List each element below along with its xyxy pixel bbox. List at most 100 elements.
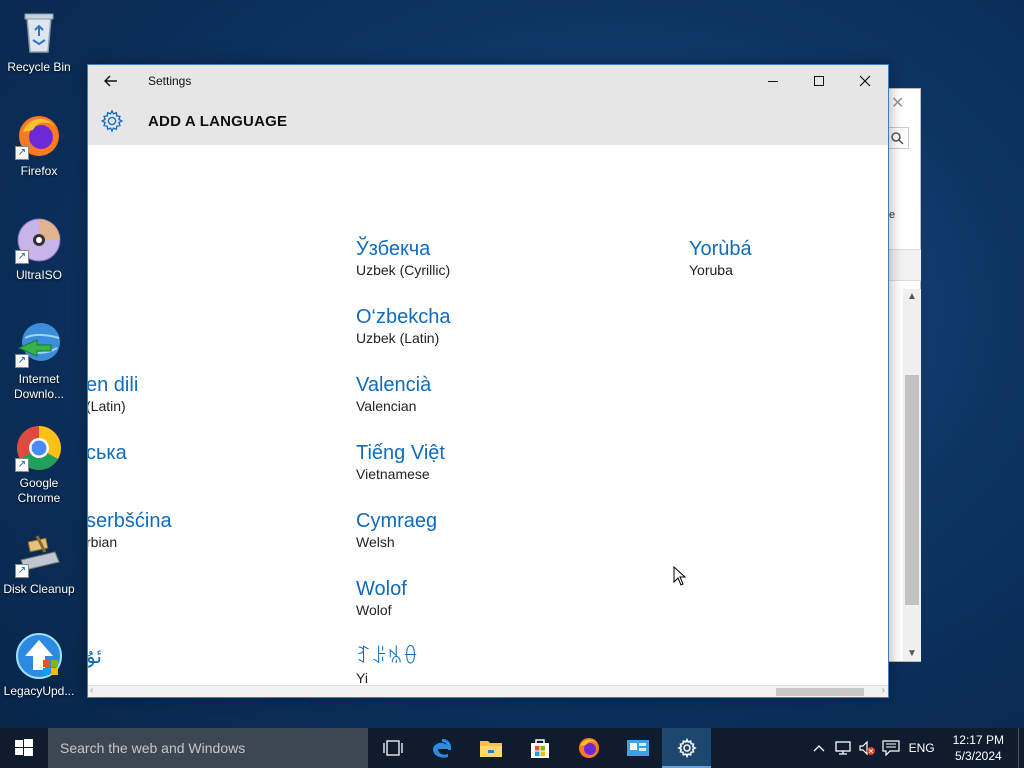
task-view-button[interactable]: [368, 728, 417, 768]
windows-logo-icon: [15, 739, 33, 756]
scroll-down-icon[interactable]: ▼: [907, 648, 917, 659]
language-item[interactable]: Tiếng Việt Vietnamese: [356, 441, 445, 483]
settings-window[interactable]: Settings ADD A LANGUAGE en dili (Latin) …: [87, 64, 889, 698]
gear-icon: [676, 738, 697, 758]
language-native-name: Valencià: [356, 374, 432, 396]
language-native-name: serbšćina: [88, 510, 172, 532]
language-item[interactable]: ська: [88, 441, 127, 465]
desktop-icon-label: Google Chrome: [17, 476, 61, 505]
language-item[interactable]: ꆈꌠꁱꂷ Yi: [356, 645, 419, 685]
desktop-icon-google-chrome[interactable]: ↗ Google Chrome: [0, 424, 78, 506]
scroll-left-icon[interactable]: ‹: [90, 685, 93, 696]
back-button[interactable]: [88, 65, 134, 97]
action-center-button[interactable]: [879, 728, 903, 768]
back-arrow-icon: [104, 75, 117, 87]
system-tray: ENG 12:17 PM 5/3/2024: [807, 728, 1024, 768]
close-icon: [859, 75, 871, 87]
taskbar-edge[interactable]: [417, 728, 466, 768]
volume-muted-icon: [859, 740, 875, 756]
desktop-icon-legacyupdate[interactable]: LegacyUpd...: [0, 632, 78, 699]
clock-date: 5/3/2024: [954, 749, 1002, 763]
show-hidden-icons-button[interactable]: [807, 728, 831, 768]
close-icon[interactable]: ✕: [891, 93, 904, 113]
minimize-button[interactable]: [750, 65, 796, 97]
page-title: ADD A LANGUAGE: [148, 112, 288, 130]
desktop-icon-firefox[interactable]: ↗ Firefox: [0, 112, 78, 179]
language-english-name: Yoruba: [689, 262, 733, 278]
language-item[interactable]: en dili (Latin): [88, 373, 138, 415]
show-desktop-button[interactable]: [1018, 728, 1024, 768]
input-language-indicator[interactable]: ENG: [909, 741, 935, 755]
language-native-name: ꆈꌠꁱꂷ: [356, 646, 419, 668]
language-native-name: en dili: [88, 374, 139, 396]
task-view-icon: [382, 740, 403, 756]
language-item[interactable]: serbšćina rbian: [88, 509, 172, 551]
taskbar-settings[interactable]: [662, 728, 711, 768]
language-native-name: Ўзбекча: [356, 238, 431, 260]
desktop-icon-label: Internet Downlo...: [13, 372, 65, 401]
page-header: ADD A LANGUAGE: [88, 97, 888, 145]
language-item[interactable]: Yorùbá Yoruba: [689, 237, 752, 279]
title-bar[interactable]: Settings: [88, 65, 888, 97]
shortcut-arrow-icon: ↗: [15, 146, 29, 160]
recycle-bin-icon: [15, 8, 63, 56]
language-item[interactable]: Cymraeg Welsh: [356, 509, 437, 551]
scroll-thumb[interactable]: [905, 375, 919, 605]
scroll-right-icon[interactable]: ›: [882, 685, 885, 696]
shortcut-arrow-icon: ↗: [15, 564, 29, 578]
horizontal-scrollbar[interactable]: ‹ ›: [88, 685, 888, 697]
store-bag-icon: [530, 739, 549, 758]
maximize-icon: [814, 76, 824, 86]
language-native-name: Wolof: [356, 578, 407, 600]
desktop-icon-label: Firefox: [20, 164, 58, 178]
clock-time: 12:17 PM: [952, 733, 1004, 747]
start-button[interactable]: [0, 728, 48, 768]
edge-icon: [432, 739, 451, 758]
language-item[interactable]: Valencià Valencian: [356, 373, 431, 415]
language-english-name: (Latin): [88, 398, 126, 414]
language-english-name: Uzbek (Latin): [356, 330, 440, 346]
desktop-icon-label: LegacyUpd...: [3, 684, 75, 698]
desktop-icon-recycle-bin[interactable]: Recycle Bin: [0, 8, 78, 75]
language-english-name: Wolof: [356, 602, 392, 618]
taskbar-control-panel[interactable]: [613, 728, 662, 768]
network-button[interactable]: [831, 728, 855, 768]
taskbar-search-input[interactable]: Search the web and Windows: [48, 728, 368, 768]
scroll-up-icon[interactable]: ▲: [907, 291, 917, 302]
search-icon[interactable]: [887, 127, 909, 149]
language-native-name: O‘zbekcha: [356, 306, 451, 328]
desktop-icon-disk-cleanup[interactable]: ↗ Disk Cleanup: [0, 530, 78, 597]
vertical-scrollbar[interactable]: ▲ ▼: [903, 289, 921, 661]
window-title: Settings: [148, 74, 192, 88]
mouse-cursor-icon: [673, 566, 687, 586]
taskbar-file-explorer[interactable]: [466, 728, 515, 768]
download-globe-icon: ↗: [15, 320, 63, 368]
shortcut-arrow-icon: ↗: [15, 458, 29, 472]
language-english-name: Vietnamese: [356, 466, 430, 482]
taskbar: Search the web and Windows ENG 12:17 PM …: [0, 728, 1024, 768]
truncated-text: e: [889, 209, 896, 221]
language-item[interactable]: Wolof Wolof: [356, 577, 407, 619]
language-native-name: Yorùbá: [689, 238, 752, 260]
close-button[interactable]: [842, 65, 888, 97]
chevron-up-icon: [813, 745, 825, 752]
maximize-button[interactable]: [796, 65, 842, 97]
taskbar-firefox[interactable]: [564, 728, 613, 768]
disk-cleanup-icon: ↗: [15, 530, 63, 578]
shortcut-arrow-icon: ↗: [15, 354, 29, 368]
language-native-name: Cymraeg: [356, 510, 438, 532]
desktop-icon-internet-download-manager[interactable]: ↗ Internet Downlo...: [0, 320, 78, 402]
clock[interactable]: 12:17 PM 5/3/2024: [953, 732, 1004, 764]
taskbar-store[interactable]: [515, 728, 564, 768]
language-english-name: Uzbek (Cyrillic): [356, 262, 451, 278]
language-grid: en dili (Latin) ська serbšćina rbian ئۇ …: [88, 145, 888, 685]
window-controls: [750, 65, 888, 97]
language-item[interactable]: Ўзбекча Uzbek (Cyrillic): [356, 237, 450, 279]
volume-button[interactable]: [855, 728, 879, 768]
firefox-icon: ↗: [15, 112, 63, 160]
language-english-name: rbian: [88, 534, 118, 550]
language-item[interactable]: O‘zbekcha Uzbek (Latin): [356, 305, 451, 347]
desktop-icon-ultraiso[interactable]: ↗ UltraISO: [0, 216, 78, 283]
language-item[interactable]: ئۇ: [88, 645, 102, 669]
scroll-thumb[interactable]: [776, 688, 864, 696]
